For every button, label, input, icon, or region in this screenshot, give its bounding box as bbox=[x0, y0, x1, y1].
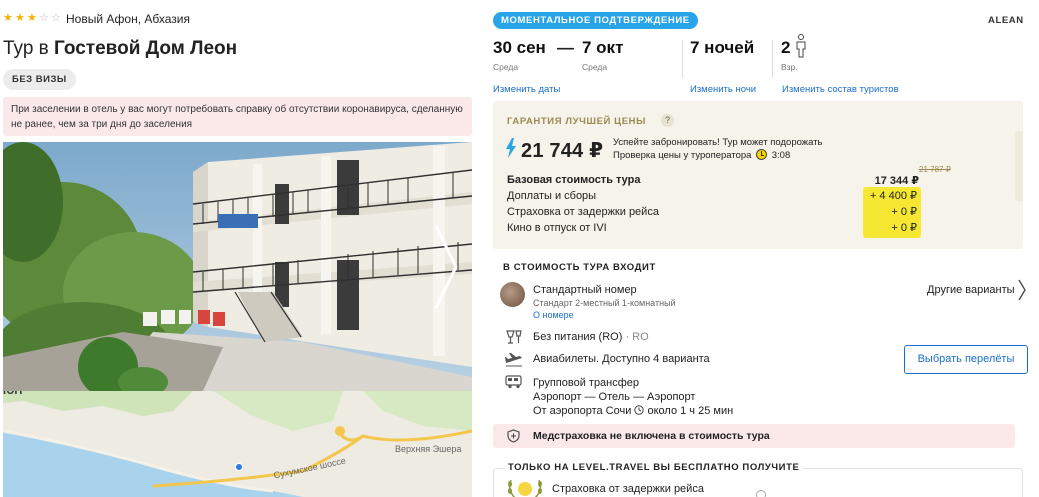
star-icon: ★ bbox=[15, 12, 25, 24]
meal-code: · RO bbox=[625, 331, 649, 343]
clock-icon bbox=[634, 405, 645, 415]
price-hurry-note: Успейте забронировать! Тур может подорож… bbox=[613, 137, 823, 162]
shield-icon bbox=[507, 429, 520, 443]
star-empty-icon: ☆ bbox=[51, 12, 61, 24]
adult-person-icon bbox=[796, 34, 806, 58]
hotel-name: Гостевой Дом Леон bbox=[54, 38, 238, 59]
hotel-stars: ★ ★ ★ ☆ ☆ bbox=[3, 13, 62, 24]
ivi-value: + 0 ₽ bbox=[891, 222, 917, 234]
info-icon[interactable] bbox=[756, 490, 766, 497]
hotel-location: Новый Афон, Абхазия bbox=[66, 12, 190, 26]
instant-confirmation-badge: МОМЕНТАЛЬНОЕ ПОДТВЕРЖДЕНИЕ bbox=[493, 12, 698, 29]
change-nights-link[interactable]: Изменить ночи bbox=[690, 84, 756, 95]
hurry-line-1: Успейте забронировать! Тур может подорож… bbox=[613, 137, 823, 148]
choose-flights-button[interactable]: Выбрать перелёты bbox=[904, 345, 1028, 374]
ivi-label: Кино в отпуск от IVI bbox=[507, 222, 607, 234]
free-bonus-item: Страховка от задержки рейса bbox=[552, 483, 704, 495]
date-from: 30 сен Среда bbox=[493, 38, 546, 72]
star-icon: ★ bbox=[27, 12, 37, 24]
free-bonus-title: ТОЛЬКО НА LEVEL.TRAVEL ВЫ БЕСПЛАТНО ПОЛУ… bbox=[505, 462, 803, 473]
meal-plan-text: Без питания (RO) bbox=[533, 331, 623, 343]
surcharges-highlight: + 4 400 ₽ + 0 ₽ + 0 ₽ bbox=[863, 187, 921, 238]
hotel-map-pin[interactable] bbox=[235, 463, 243, 471]
included-section-title: В СТОИМОСТЬ ТУРА ВХОДИТ bbox=[503, 262, 656, 273]
hotel-photo[interactable] bbox=[3, 142, 472, 391]
hotel-map[interactable]: Верхняя Эшера Сухумское шоссе ЮН bbox=[3, 391, 472, 497]
title-prefix: Тур в bbox=[3, 38, 49, 59]
transfer-from: От аэропорта Сочи bbox=[533, 405, 632, 417]
change-dates-link[interactable]: Изменить даты bbox=[493, 84, 560, 95]
med-insurance-text: Медстраховка не включена в стоимость тур… bbox=[533, 430, 770, 442]
star-icon: ★ bbox=[3, 12, 13, 24]
meal-icon bbox=[506, 330, 522, 344]
map-label-cut: ЮН bbox=[3, 391, 23, 397]
transfer-info: Групповой трансфер Аэропорт — Отель — Аэ… bbox=[533, 376, 733, 418]
help-icon[interactable]: ? bbox=[661, 114, 674, 127]
covid-warning: При заселении в отель у вас могут потреб… bbox=[3, 97, 472, 136]
nights: 7 ночей bbox=[690, 38, 754, 58]
best-price-guarantee: ГАРАНТИЯ ЛУЧШЕЙ ЦЕНЫ bbox=[507, 116, 647, 127]
price-check-timer: 3:08 bbox=[771, 150, 791, 161]
price-box: ГАРАНТИЯ ЛУЧШЕЙ ЦЕНЫ ? 21 744 ₽ Успейте … bbox=[493, 101, 1023, 249]
visa-badge: БЕЗ ВИЗЫ bbox=[3, 69, 76, 90]
tour-operator: ALEAN bbox=[988, 15, 1024, 26]
divider bbox=[772, 40, 773, 78]
about-room-link[interactable]: О номере bbox=[533, 310, 574, 320]
change-tourists-link[interactable]: Изменить состав туристов bbox=[782, 84, 899, 95]
map-label-village: Верхняя Эшера bbox=[395, 444, 462, 454]
lightning-icon bbox=[506, 138, 516, 158]
med-insurance-warning: Медстраховка не включена в стоимость тур… bbox=[493, 424, 1015, 448]
delay-insurance-label: Страховка от задержки рейса bbox=[507, 206, 659, 218]
total-price: 21 744 ₽ bbox=[521, 140, 604, 162]
other-room-variants[interactable]: Другие варианты bbox=[927, 284, 1015, 296]
surcharge-value: + 4 400 ₽ bbox=[869, 190, 917, 202]
date-to-day: Среда bbox=[582, 62, 608, 72]
bus-icon bbox=[505, 375, 522, 389]
date-to: 7 окт Среда bbox=[582, 38, 623, 72]
date-from-day: Среда bbox=[493, 62, 519, 72]
room-name: Стандартный номер bbox=[533, 284, 637, 296]
room-description: Стандарт 2-местный 1-комнатный bbox=[533, 298, 676, 308]
flights-info: Авиабилеты. Доступно 4 варианта bbox=[533, 353, 710, 365]
base-cost-label: Базовая стоимость тура bbox=[507, 174, 641, 186]
room-thumbnail[interactable] bbox=[500, 282, 525, 307]
hurry-line-2: Проверка цены у туроператора 3:08 bbox=[613, 149, 823, 162]
delay-insurance-value: + 0 ₽ bbox=[891, 206, 917, 218]
star-empty-icon: ☆ bbox=[39, 12, 49, 24]
airplane-icon bbox=[505, 353, 522, 367]
nights-value: 7 ночей bbox=[690, 38, 755, 57]
transfer-duration: От аэропорта Сочи около 1 ч 25 мин bbox=[533, 404, 733, 418]
divider bbox=[682, 40, 683, 78]
base-cost-value: 17 344 ₽ bbox=[874, 175, 919, 187]
old-price: 21 787 ₽ bbox=[919, 165, 951, 174]
page-title: Тур в Гостевой Дом Леон bbox=[3, 38, 237, 60]
transfer-route: Аэропорт — Отель — Аэропорт bbox=[533, 391, 696, 403]
hotel-building-image bbox=[3, 142, 472, 391]
laurel-icon bbox=[508, 479, 542, 497]
price-box-scroll[interactable] bbox=[1015, 131, 1023, 201]
photo-next-arrow-icon[interactable] bbox=[432, 222, 462, 312]
hotel-column: ★ ★ ★ ☆ ☆ Новый Афон, Абхазия Тур в Гост… bbox=[0, 0, 480, 497]
surcharge-label: Доплаты и сборы bbox=[507, 190, 597, 202]
date-from-value: 30 сен bbox=[493, 38, 546, 57]
date-to-value: 7 окт bbox=[582, 38, 624, 57]
chevron-right-icon[interactable] bbox=[1017, 278, 1027, 302]
date-dash: — bbox=[557, 38, 574, 57]
meal-plan: Без питания (RO) · RO bbox=[533, 331, 649, 343]
transfer-time: около 1 ч 25 мин bbox=[647, 405, 734, 417]
transfer-title: Групповой трансфер bbox=[533, 377, 640, 389]
hurry-line-2-text: Проверка цены у туроператора bbox=[613, 150, 752, 161]
timer-clock-icon bbox=[756, 149, 768, 160]
adults-label: Взр. bbox=[781, 62, 798, 72]
